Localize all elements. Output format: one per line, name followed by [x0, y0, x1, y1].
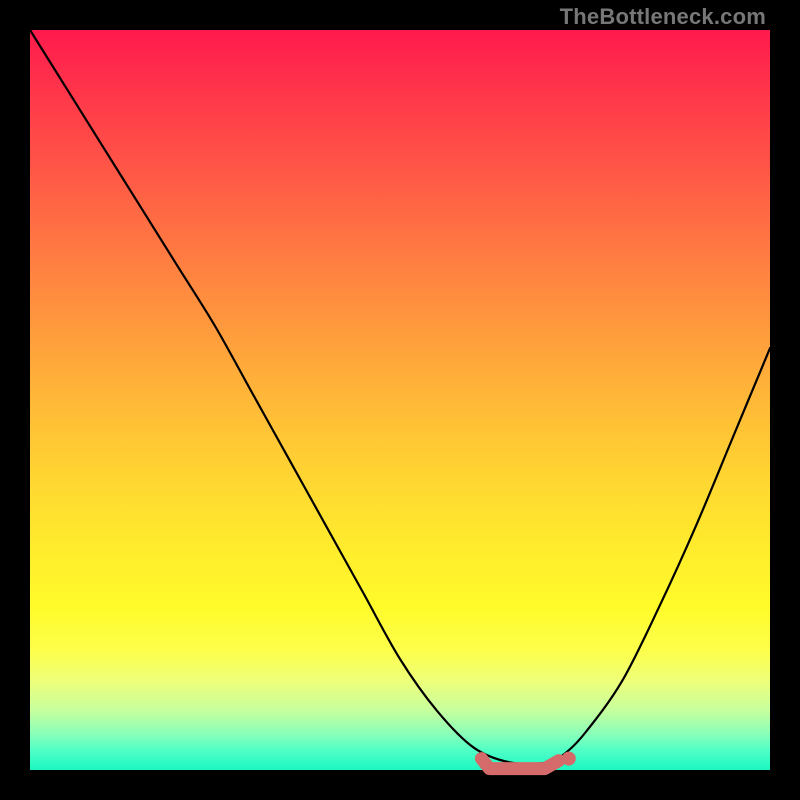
chart-frame: TheBottleneck.com [0, 0, 800, 800]
optimal-range-marker [481, 759, 558, 769]
bottleneck-curve-line [30, 30, 770, 764]
optimal-end-dot [562, 752, 576, 766]
watermark-text: TheBottleneck.com [560, 4, 766, 30]
chart-svg [30, 30, 770, 770]
